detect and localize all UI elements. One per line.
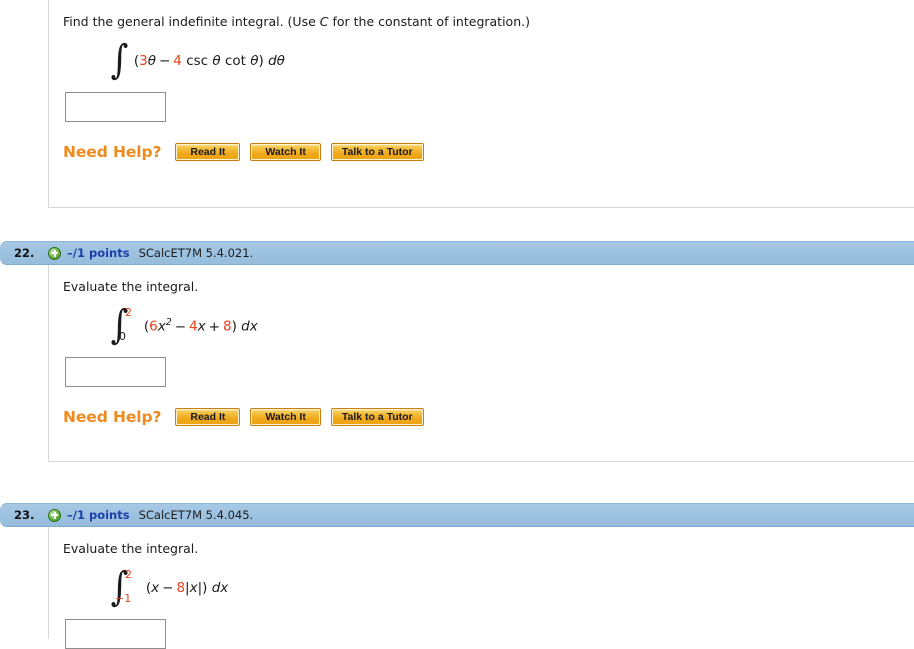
operator-plus: + <box>208 318 220 335</box>
integral-lower-limit: −1 <box>115 592 132 605</box>
differential: dθ <box>268 53 285 69</box>
question-prompt: Evaluate the integral. <box>63 279 914 295</box>
integral-sign-group: ∫ 2 −1 <box>109 567 132 607</box>
function-csc: csc <box>186 53 209 69</box>
question-block-23: 23. –/1 points SCalcET7M 5.4.045. Evalua… <box>0 503 914 649</box>
question-prompt: Find the general indefinite integral. (U… <box>63 14 914 30</box>
read-it-button[interactable]: Read It <box>175 408 241 426</box>
points-label: –/1 points <box>67 508 130 522</box>
plus-circle-icon[interactable] <box>48 508 61 522</box>
operator-minus: − <box>158 53 171 69</box>
variable-x-1: x <box>157 318 166 335</box>
variable-theta-2: θ <box>212 53 221 69</box>
integrand: (x −8|x|) dx <box>146 580 228 596</box>
math-expression: ∫ (3θ −4 csc θ cot θ) dθ <box>109 40 914 80</box>
problem-code: SCalcET7M 5.4.021. <box>138 246 254 260</box>
need-help-label: Need Help? <box>63 143 162 161</box>
answer-input[interactable] <box>65 357 166 387</box>
answer-input[interactable] <box>65 92 166 122</box>
coefficient-6: 6 <box>149 318 158 335</box>
math-expression: ∫ 2 0 (6x2−4x +8) dx <box>109 305 914 345</box>
coefficient-4: 4 <box>173 53 182 69</box>
operator-minus: − <box>162 580 174 596</box>
coefficient-4: 4 <box>189 318 198 335</box>
differential: dx <box>241 318 258 335</box>
close-paren: ) <box>202 580 208 596</box>
variable-x-2: x <box>197 318 206 335</box>
operator-minus: − <box>174 318 187 335</box>
need-help-label: Need Help? <box>63 408 162 426</box>
integral-upper-limit: 2 <box>125 568 132 581</box>
integrand: (6x2−4x +8) dx <box>144 317 258 335</box>
prompt-text-pre: Evaluate the integral. <box>63 541 199 556</box>
prompt-text-post: for the constant of integration.) <box>328 14 530 29</box>
read-it-button[interactable]: Read It <box>175 143 241 161</box>
coefficient-8: 8 <box>176 580 186 596</box>
coefficient-3: 3 <box>139 53 148 69</box>
problem-code: SCalcET7M 5.4.045. <box>138 508 254 522</box>
watch-it-button[interactable]: Watch It <box>250 143 321 161</box>
integrand: (3θ −4 csc θ cot θ) dθ <box>134 53 285 69</box>
talk-to-a-tutor-button[interactable]: Talk to a Tutor <box>330 408 424 426</box>
differential: dx <box>211 580 229 596</box>
question-header-bar: 23. –/1 points SCalcET7M 5.4.045. <box>0 503 914 527</box>
function-cot: cot <box>224 53 246 69</box>
variable-x-1: x <box>151 580 160 596</box>
question-block-22: 22. –/1 points SCalcET7M 5.4.021. Evalua… <box>0 241 914 462</box>
question-body: Evaluate the integral. ∫ 2 0 (6x2−4x +8) … <box>48 265 914 462</box>
math-expression: ∫ 2 −1 (x −8|x|) dx <box>109 567 914 607</box>
points-label: –/1 points <box>67 246 130 260</box>
close-paren: ) <box>231 318 237 335</box>
need-help-row: Need Help? Read It Watch It Talk to a Tu… <box>63 406 914 428</box>
prompt-text-pre: Find the general indefinite integral. (U… <box>63 14 320 29</box>
question-block-21: Find the general indefinite integral. (U… <box>0 0 914 208</box>
integral-sign-group: ∫ 2 0 <box>109 305 132 345</box>
constant-8: 8 <box>222 318 232 335</box>
integral-upper-limit: 2 <box>125 306 132 319</box>
answer-input[interactable] <box>65 619 166 649</box>
plus-circle-icon[interactable] <box>48 246 61 260</box>
question-body: Find the general indefinite integral. (U… <box>48 0 914 208</box>
question-number: 23. <box>14 508 35 522</box>
prompt-text-pre: Evaluate the integral. <box>63 279 199 294</box>
variable-theta-1: θ <box>147 53 156 69</box>
prompt-constant-var: C <box>319 14 329 29</box>
question-prompt: Evaluate the integral. <box>63 541 914 557</box>
integral-sign-group: ∫ <box>109 40 130 80</box>
question-header-bar: 22. –/1 points SCalcET7M 5.4.021. <box>0 241 914 265</box>
variable-x-2: x <box>189 580 198 596</box>
watch-it-button[interactable]: Watch It <box>250 408 321 426</box>
question-number: 22. <box>14 246 35 260</box>
integral-icon: ∫ <box>110 37 129 83</box>
talk-to-a-tutor-button[interactable]: Talk to a Tutor <box>330 143 424 161</box>
need-help-row: Need Help? Read It Watch It Talk to a Tu… <box>63 141 914 163</box>
integral-lower-limit: 0 <box>119 330 126 343</box>
exponent-2: 2 <box>165 317 172 329</box>
question-body: Evaluate the integral. ∫ 2 −1 (x −8|x|) d… <box>48 527 914 649</box>
close-paren: ) <box>258 53 264 69</box>
